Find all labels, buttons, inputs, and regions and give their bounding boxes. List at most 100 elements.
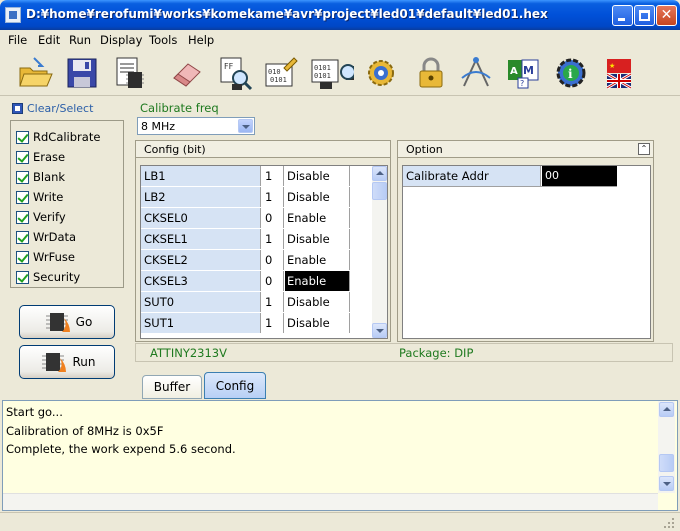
config-header: Config (bit) [136, 141, 390, 158]
lock-icon[interactable] [412, 54, 450, 92]
checkbox-label: Blank [33, 170, 66, 184]
run-button[interactable]: Run [19, 345, 115, 379]
minimize-icon [618, 18, 625, 21]
checkbox-wrdata[interactable]: WrData [16, 229, 76, 245]
menu-help[interactable]: Help [188, 33, 214, 47]
chip-fire-icon [42, 310, 72, 334]
calibrate-freq-value: 8 MHz [141, 120, 176, 133]
fuse-value[interactable]: Disable [285, 229, 350, 249]
fuse-name: SUT1 [141, 313, 261, 333]
avr-help-icon[interactable]: A M? [504, 54, 542, 92]
fuse-value[interactable]: Disable [285, 166, 350, 186]
checkbox-rdcalibrate[interactable]: RdCalibrate [16, 129, 100, 145]
write-pencil-icon[interactable]: 010 0101 [262, 54, 300, 92]
menu-bar: File Edit Run Display Tools Help [0, 30, 680, 50]
svg-text:M: M [523, 64, 534, 77]
compass-tool-icon[interactable] [456, 54, 494, 92]
app-icon [5, 7, 21, 23]
chip-document-icon[interactable] [110, 54, 148, 92]
calibrate-freq-label: Calibrate freq [140, 101, 219, 115]
save-disk-icon[interactable] [63, 54, 101, 92]
eraser-icon[interactable] [168, 54, 206, 92]
fuse-value[interactable]: Disable [285, 313, 350, 333]
menu-tools[interactable]: Tools [149, 33, 177, 47]
checkbox-label: Security [33, 270, 81, 284]
operations-panel: Clear/Select RdCalibrate Erase Blank Wri… [5, 98, 133, 398]
tab-config[interactable]: Config [204, 372, 266, 399]
operations-checkbox-group: RdCalibrate Erase Blank Write Verify WrD… [10, 120, 124, 288]
fuse-name: LB1 [141, 166, 261, 186]
svg-text:0101: 0101 [270, 76, 287, 84]
calibrate-freq-select[interactable]: 8 MHz [137, 117, 255, 135]
option-grid: Calibrate Addr 00 [402, 165, 651, 339]
option-header-label: Option [406, 143, 443, 156]
calibrate-addr-value[interactable]: 00 [542, 166, 617, 186]
log-scrollbar[interactable] [658, 401, 675, 493]
collapse-chevron-icon[interactable]: ⌃ [638, 143, 650, 155]
checkbox-box[interactable] [16, 190, 29, 204]
scroll-thumb[interactable] [372, 182, 387, 200]
table-row[interactable]: Calibrate Addr 00 [403, 166, 617, 187]
checkbox-box[interactable] [16, 250, 29, 264]
go-button[interactable]: Go [19, 305, 115, 339]
fuse-name: SUT0 [141, 292, 261, 312]
close-button[interactable]: ✕ [656, 5, 677, 26]
language-flags-icon[interactable]: ★ [600, 54, 638, 92]
resize-grip-icon[interactable] [660, 514, 676, 530]
checkbox-label: RdCalibrate [33, 130, 101, 144]
chip-fire-icon [38, 350, 68, 374]
scroll-up-icon[interactable] [372, 166, 387, 181]
settings-gear-icon[interactable] [362, 54, 400, 92]
menu-run[interactable]: Run [69, 33, 91, 47]
fuse-value[interactable]: Enable [285, 208, 350, 228]
checkbox-write[interactable]: Write [16, 189, 63, 205]
checkbox-wrfuse[interactable]: WrFuse [16, 249, 75, 265]
fuse-bit: 1 [262, 187, 284, 207]
scroll-up-icon[interactable] [659, 402, 674, 417]
menu-display[interactable]: Display [100, 33, 142, 47]
blank-check-ff-icon[interactable]: FF [216, 54, 254, 92]
checkbox-box[interactable] [16, 270, 29, 284]
checkbox-box[interactable] [16, 170, 29, 184]
checkbox-blank[interactable]: Blank [16, 169, 65, 185]
svg-text:?: ? [520, 79, 524, 88]
checkbox-box[interactable] [16, 210, 29, 224]
device-name: ATTINY2313V [150, 346, 227, 360]
fuse-value[interactable]: Enable [285, 250, 350, 270]
fuse-value[interactable]: Disable [285, 292, 350, 312]
fuse-bit: 1 [262, 166, 284, 186]
clear-select-box[interactable] [12, 103, 23, 114]
scroll-thumb[interactable] [659, 454, 674, 472]
checkbox-verify[interactable]: Verify [16, 209, 66, 225]
checkbox-box[interactable] [16, 150, 29, 164]
title-bar: D:¥home¥rerofumi¥works¥komekame¥avr¥proj… [0, 0, 680, 30]
checkbox-box[interactable] [16, 230, 29, 244]
fuse-value[interactable]: Disable [285, 187, 350, 207]
config-grid: LB1 1 Disable LB2 1 Disable CKSEL0 0 Enable CK… [140, 165, 388, 339]
menu-edit[interactable]: Edit [38, 33, 60, 47]
fuse-value-selected[interactable]: Enable [285, 271, 350, 291]
checkbox-label: WrFuse [33, 250, 75, 264]
checkbox-box[interactable] [16, 130, 29, 144]
fuse-name: CKSEL0 [141, 208, 261, 228]
open-folder-icon[interactable] [16, 54, 54, 92]
log-horizontal-scrollbar[interactable] [3, 493, 658, 510]
menu-file[interactable]: File [8, 33, 27, 47]
checkbox-security[interactable]: Security [16, 269, 80, 285]
scroll-down-icon[interactable] [372, 323, 387, 338]
scroll-down-icon[interactable] [659, 476, 674, 491]
verify-magnifier-chip-icon[interactable] [316, 54, 358, 92]
config-scrollbar[interactable] [372, 166, 387, 338]
chevron-down-icon[interactable] [238, 119, 253, 133]
clear-select-label[interactable]: Clear/Select [27, 102, 93, 115]
checkbox-erase[interactable]: Erase [16, 149, 65, 165]
clear-select-toggle[interactable]: Clear/Select [12, 102, 93, 115]
log-line: Calibration of 8MHz is 0x5F [6, 424, 164, 438]
option-panel: Option ⌃ Calibrate Addr 00 [397, 140, 654, 342]
minimize-button[interactable] [612, 5, 633, 26]
maximize-button[interactable] [634, 5, 655, 26]
fuse-bit: 1 [262, 313, 284, 333]
tab-buffer[interactable]: Buffer [142, 375, 202, 399]
info-gear-icon[interactable]: i [552, 54, 590, 92]
fuse-bit: 0 [262, 250, 284, 270]
